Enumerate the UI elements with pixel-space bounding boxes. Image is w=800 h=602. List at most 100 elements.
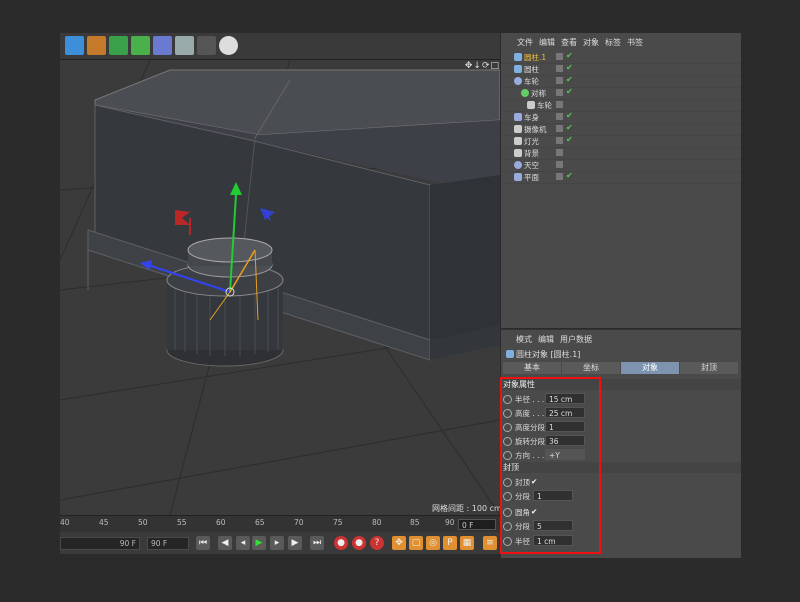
tab-basic[interactable]: 基本 (503, 362, 561, 374)
timeline-tick: 60 (216, 518, 226, 527)
object-name: 灯光 (524, 137, 539, 146)
object-name: 车身 (524, 113, 539, 122)
record-icon[interactable]: ● (334, 536, 348, 550)
timeline-tick: 80 (372, 518, 382, 527)
visibility-toggle[interactable] (556, 149, 563, 156)
object-row[interactable]: 平面 ✔ (501, 171, 741, 184)
viewport-nav-icons[interactable]: ✥↓⟳□ (465, 61, 500, 71)
visibility-toggle[interactable] (556, 53, 563, 60)
param-key-icon[interactable]: P (443, 536, 457, 550)
visibility-toggle[interactable] (556, 137, 563, 144)
object-name: 圆柱.1 (524, 53, 547, 62)
enabled-check-icon[interactable]: ✔ (566, 135, 573, 144)
object-name: 背景 (524, 149, 539, 158)
timeline-tick: 45 (99, 518, 109, 527)
next-key-icon[interactable]: ▶ (288, 536, 302, 550)
visibility-toggle[interactable] (556, 101, 563, 108)
visibility-toggle[interactable] (556, 77, 563, 84)
move-key-icon[interactable]: ✥ (392, 536, 406, 550)
enabled-check-icon[interactable]: ✔ (566, 171, 573, 180)
menu-edit[interactable]: 编辑 (539, 37, 555, 48)
object-name: 摄像机 (524, 125, 547, 134)
array-icon[interactable] (131, 36, 150, 55)
timeline-tick: 40 (60, 518, 70, 527)
go-to-start-icon[interactable]: ⏮ (196, 536, 210, 550)
rotate-key-icon[interactable]: ◎ (426, 536, 440, 550)
tab-caps[interactable]: 封顶 (680, 362, 738, 374)
visibility-toggle[interactable] (556, 113, 563, 120)
timeline-tick: 50 (138, 518, 148, 527)
enabled-check-icon[interactable]: ✔ (566, 63, 573, 72)
symmetry-icon (521, 89, 529, 97)
camera-icon (514, 125, 522, 133)
timeline-tick: 65 (255, 518, 265, 527)
go-to-end-icon[interactable]: ⏭ (310, 536, 324, 550)
light-bulb-icon[interactable] (219, 36, 238, 55)
3d-viewport[interactable] (60, 60, 500, 515)
menu-edit[interactable]: 编辑 (538, 334, 554, 345)
menu-mode[interactable]: 模式 (516, 334, 532, 345)
timeline-tick: 75 (333, 518, 343, 527)
cylinder-icon (506, 350, 514, 358)
object-name: 车轮 (524, 77, 539, 86)
menu-bookmark[interactable]: 书签 (627, 37, 643, 48)
light-icon (514, 137, 522, 145)
start-frame-field[interactable]: 90 F (60, 537, 140, 550)
previous-frame-icon[interactable]: ◂ (236, 536, 250, 550)
null-icon (514, 113, 522, 121)
null-icon (514, 77, 522, 85)
visibility-toggle[interactable] (556, 125, 563, 132)
timeline-tick: 85 (410, 518, 420, 527)
camera-icon[interactable] (197, 36, 216, 55)
tab-object[interactable]: 对象 (621, 362, 679, 374)
timeline-menu-icon[interactable]: ≡ (483, 536, 497, 550)
autokey-icon[interactable]: ● (352, 536, 366, 550)
enabled-check-icon[interactable]: ✔ (566, 51, 573, 60)
timeline-tick: 90 (445, 518, 455, 527)
menu-object[interactable]: 对象 (583, 37, 599, 48)
previous-key-icon[interactable]: ◀ (218, 536, 232, 550)
play-icon[interactable]: ▶ (252, 536, 266, 550)
timeline-tick: 55 (177, 518, 187, 527)
visibility-toggle[interactable] (556, 173, 563, 180)
menu-view[interactable]: 查看 (561, 37, 577, 48)
background-icon (514, 149, 522, 157)
visibility-toggle[interactable] (556, 89, 563, 96)
end-frame-field[interactable]: 90 F (147, 537, 189, 550)
cylinder-icon (514, 53, 522, 61)
object-name: 天空 (524, 161, 539, 170)
enabled-check-icon[interactable]: ✔ (566, 123, 573, 132)
enabled-check-icon[interactable]: ✔ (566, 75, 573, 84)
scale-key-icon[interactable]: ▢ (409, 536, 423, 550)
cylinder-icon (514, 65, 522, 73)
enabled-check-icon[interactable]: ✔ (566, 87, 573, 96)
main-toolbar (60, 33, 500, 60)
object-name: 平面 (524, 173, 539, 182)
cube-icon[interactable] (65, 36, 84, 55)
menu-tag[interactable]: 标签 (605, 37, 621, 48)
pen-icon[interactable] (87, 36, 106, 55)
next-frame-icon[interactable]: ▸ (270, 536, 284, 550)
object-manager-menu: 文件 编辑 查看 对象 标签 书签 (501, 37, 741, 49)
menu-file[interactable]: 文件 (517, 37, 533, 48)
keyframe-selection-icon[interactable]: ? (370, 536, 384, 550)
object-title: 圆柱对象 [圆柱.1] (516, 350, 581, 359)
subdivision-icon[interactable] (109, 36, 128, 55)
highlight-annotation-box (500, 377, 601, 554)
sky-icon (514, 161, 522, 169)
pla-key-icon[interactable]: ▦ (460, 536, 474, 550)
deformer-icon[interactable] (153, 36, 172, 55)
object-name: 车轮 (537, 101, 552, 110)
timeline-tick: 70 (294, 518, 304, 527)
object-name: 圆柱 (524, 65, 539, 74)
menu-user-data[interactable]: 用户数据 (560, 334, 592, 345)
floor-icon[interactable] (175, 36, 194, 55)
enabled-check-icon[interactable]: ✔ (566, 111, 573, 120)
grid-spacing-label: 网格间距 : 100 cm (432, 504, 502, 513)
current-frame-field[interactable]: 0 F (458, 519, 496, 530)
visibility-toggle[interactable] (556, 161, 563, 168)
tab-coord[interactable]: 坐标 (562, 362, 620, 374)
visibility-toggle[interactable] (556, 65, 563, 72)
object-name: 对称 (531, 89, 546, 98)
timeline-ruler[interactable]: 40 45 50 55 60 65 70 75 80 85 90 (60, 515, 500, 533)
